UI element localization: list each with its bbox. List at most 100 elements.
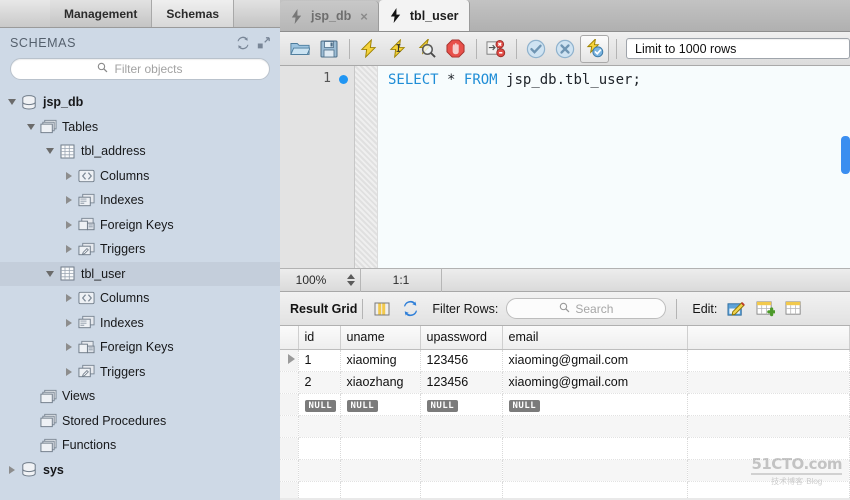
tree-item-columns[interactable]: Columns bbox=[0, 164, 280, 189]
row-limit-select[interactable]: Limit to 1000 rows bbox=[626, 38, 850, 59]
column-header-uname[interactable]: uname bbox=[340, 326, 421, 350]
chevron-down-icon[interactable] bbox=[6, 96, 18, 108]
editor-tab-jsp_db[interactable]: jsp_db × bbox=[280, 1, 379, 31]
table-cell[interactable] bbox=[340, 459, 421, 482]
table-row-empty[interactable] bbox=[280, 437, 850, 460]
tree-item-foreign-keys[interactable]: Foreign Keys bbox=[0, 213, 280, 238]
tree-item-label: Columns bbox=[100, 291, 150, 306]
table-cell[interactable] bbox=[340, 415, 421, 438]
chevron-right-icon[interactable] bbox=[63, 194, 75, 206]
editor-vertical-scrollbar[interactable] bbox=[841, 136, 850, 174]
chevron-down-icon[interactable] bbox=[44, 268, 56, 280]
chevron-right-icon[interactable] bbox=[63, 219, 75, 231]
table-row-empty[interactable] bbox=[280, 459, 850, 482]
table-cell-null[interactable]: NULL bbox=[298, 393, 341, 416]
chevron-right-icon[interactable] bbox=[63, 366, 75, 378]
column-header-upassword[interactable]: upassword bbox=[420, 326, 503, 350]
chevron-right-icon[interactable] bbox=[63, 292, 75, 304]
table-cell[interactable] bbox=[420, 459, 503, 482]
table-cell[interactable] bbox=[420, 481, 503, 498]
table-cell[interactable] bbox=[298, 459, 341, 482]
result-grid[interactable]: id uname upassword email 1 xiaoming 123456 xia… bbox=[280, 326, 850, 498]
table-cell[interactable]: 1 bbox=[298, 349, 341, 372]
table-cell[interactable] bbox=[420, 415, 503, 438]
sidebar-tab-schemas[interactable]: Schemas bbox=[152, 0, 235, 27]
table-cell[interactable]: 123456 bbox=[420, 349, 503, 372]
tree-item-sys[interactable]: sys bbox=[0, 458, 280, 483]
toggle-autocommit-button[interactable] bbox=[580, 34, 609, 63]
tree-item-label: jsp_db bbox=[43, 95, 84, 110]
table-row[interactable]: 1 xiaoming 123456 xiaoming@gmail.com bbox=[280, 349, 850, 372]
refresh-icon[interactable] bbox=[397, 296, 424, 322]
refresh-icon[interactable] bbox=[234, 34, 252, 52]
table-row[interactable]: 2 xiaozhang 123456 xiaoming@gmail.com bbox=[280, 371, 850, 394]
table-cell[interactable]: xiaoming bbox=[340, 349, 421, 372]
close-icon[interactable]: × bbox=[360, 9, 368, 24]
execute-current-statement-button[interactable] bbox=[384, 36, 411, 62]
grid-view-icon[interactable] bbox=[368, 296, 395, 322]
tree-item-tbl_address[interactable]: tbl_address bbox=[0, 139, 280, 164]
table-cell[interactable] bbox=[340, 437, 421, 460]
tree-item-tables[interactable]: Tables bbox=[0, 115, 280, 140]
table-cell[interactable]: xiaozhang bbox=[340, 371, 421, 394]
table-cell[interactable] bbox=[420, 437, 503, 460]
stop-execution-button[interactable] bbox=[442, 36, 469, 62]
table-cell[interactable]: 123456 bbox=[420, 371, 503, 394]
table-cell[interactable] bbox=[298, 415, 341, 438]
chevron-right-icon[interactable] bbox=[63, 243, 75, 255]
table-cell[interactable]: xiaoming@gmail.com bbox=[502, 349, 688, 372]
table-row-empty[interactable] bbox=[280, 481, 850, 498]
delete-row-button[interactable] bbox=[781, 296, 808, 322]
chevron-right-icon[interactable] bbox=[63, 341, 75, 353]
table-cell-null[interactable]: NULL bbox=[420, 393, 503, 416]
table-row-empty[interactable] bbox=[280, 415, 850, 438]
column-header-id[interactable]: id bbox=[298, 326, 341, 350]
table-cell-null[interactable]: NULL bbox=[340, 393, 421, 416]
table-cell[interactable] bbox=[298, 437, 341, 460]
sql-editor-area[interactable]: 1 SELECT * FROM jsp_db.tbl_user; bbox=[280, 66, 850, 268]
zoom-stepper[interactable] bbox=[342, 274, 360, 286]
table-cell[interactable] bbox=[502, 481, 688, 498]
chevron-right-icon[interactable] bbox=[63, 170, 75, 182]
save-sql-file-button[interactable] bbox=[315, 36, 342, 62]
tree-item-indexes[interactable]: Indexes bbox=[0, 188, 280, 213]
editor-tab-tbl_user[interactable]: tbl_user bbox=[378, 0, 470, 31]
tree-item-foreign-keys[interactable]: Foreign Keys bbox=[0, 335, 280, 360]
tree-item-stored-procedures[interactable]: Stored Procedures bbox=[0, 409, 280, 434]
commit-button[interactable] bbox=[522, 36, 549, 62]
filter-objects-input[interactable]: Filter objects bbox=[10, 58, 270, 80]
explain-statement-button[interactable] bbox=[413, 36, 440, 62]
tree-item-jsp_db[interactable]: jsp_db bbox=[0, 90, 280, 115]
sidebar-tab-management[interactable]: Management bbox=[50, 0, 153, 27]
tree-item-views[interactable]: Views bbox=[0, 384, 280, 409]
chevron-right-icon[interactable] bbox=[63, 317, 75, 329]
table-row-placeholder[interactable]: NULL NULL NULL NULL bbox=[280, 393, 850, 416]
insert-row-button[interactable] bbox=[752, 296, 779, 322]
table-cell[interactable] bbox=[298, 481, 341, 498]
rollback-button[interactable] bbox=[551, 36, 578, 62]
table-cell[interactable] bbox=[502, 415, 688, 438]
column-header-email[interactable]: email bbox=[502, 326, 688, 350]
table-cell[interactable] bbox=[502, 437, 688, 460]
sql-code-text[interactable]: SELECT * FROM jsp_db.tbl_user; bbox=[378, 66, 850, 268]
chevron-right-icon[interactable] bbox=[6, 464, 18, 476]
chevron-down-icon[interactable] bbox=[25, 121, 37, 133]
edit-row-button[interactable] bbox=[723, 296, 750, 322]
table-cell[interactable] bbox=[340, 481, 421, 498]
execute-statement-button[interactable] bbox=[355, 36, 382, 62]
tree-item-indexes[interactable]: Indexes bbox=[0, 311, 280, 336]
table-cell-null[interactable]: NULL bbox=[502, 393, 688, 416]
table-cell[interactable] bbox=[502, 459, 688, 482]
toggle-stop-on-error-button[interactable] bbox=[482, 36, 509, 62]
tree-item-tbl_user[interactable]: tbl_user bbox=[0, 261, 280, 286]
table-cell[interactable]: 2 bbox=[298, 371, 341, 394]
chevron-down-icon[interactable] bbox=[44, 145, 56, 157]
tree-item-triggers[interactable]: Triggers bbox=[0, 237, 280, 262]
collapse-icon[interactable] bbox=[254, 34, 272, 52]
result-search-input[interactable]: Search bbox=[506, 298, 667, 319]
tree-item-functions[interactable]: Functions bbox=[0, 433, 280, 458]
tree-item-columns[interactable]: Columns bbox=[0, 286, 280, 311]
table-cell[interactable]: xiaoming@gmail.com bbox=[502, 371, 688, 394]
open-sql-file-button[interactable] bbox=[286, 36, 313, 62]
tree-item-triggers[interactable]: Triggers bbox=[0, 360, 280, 385]
